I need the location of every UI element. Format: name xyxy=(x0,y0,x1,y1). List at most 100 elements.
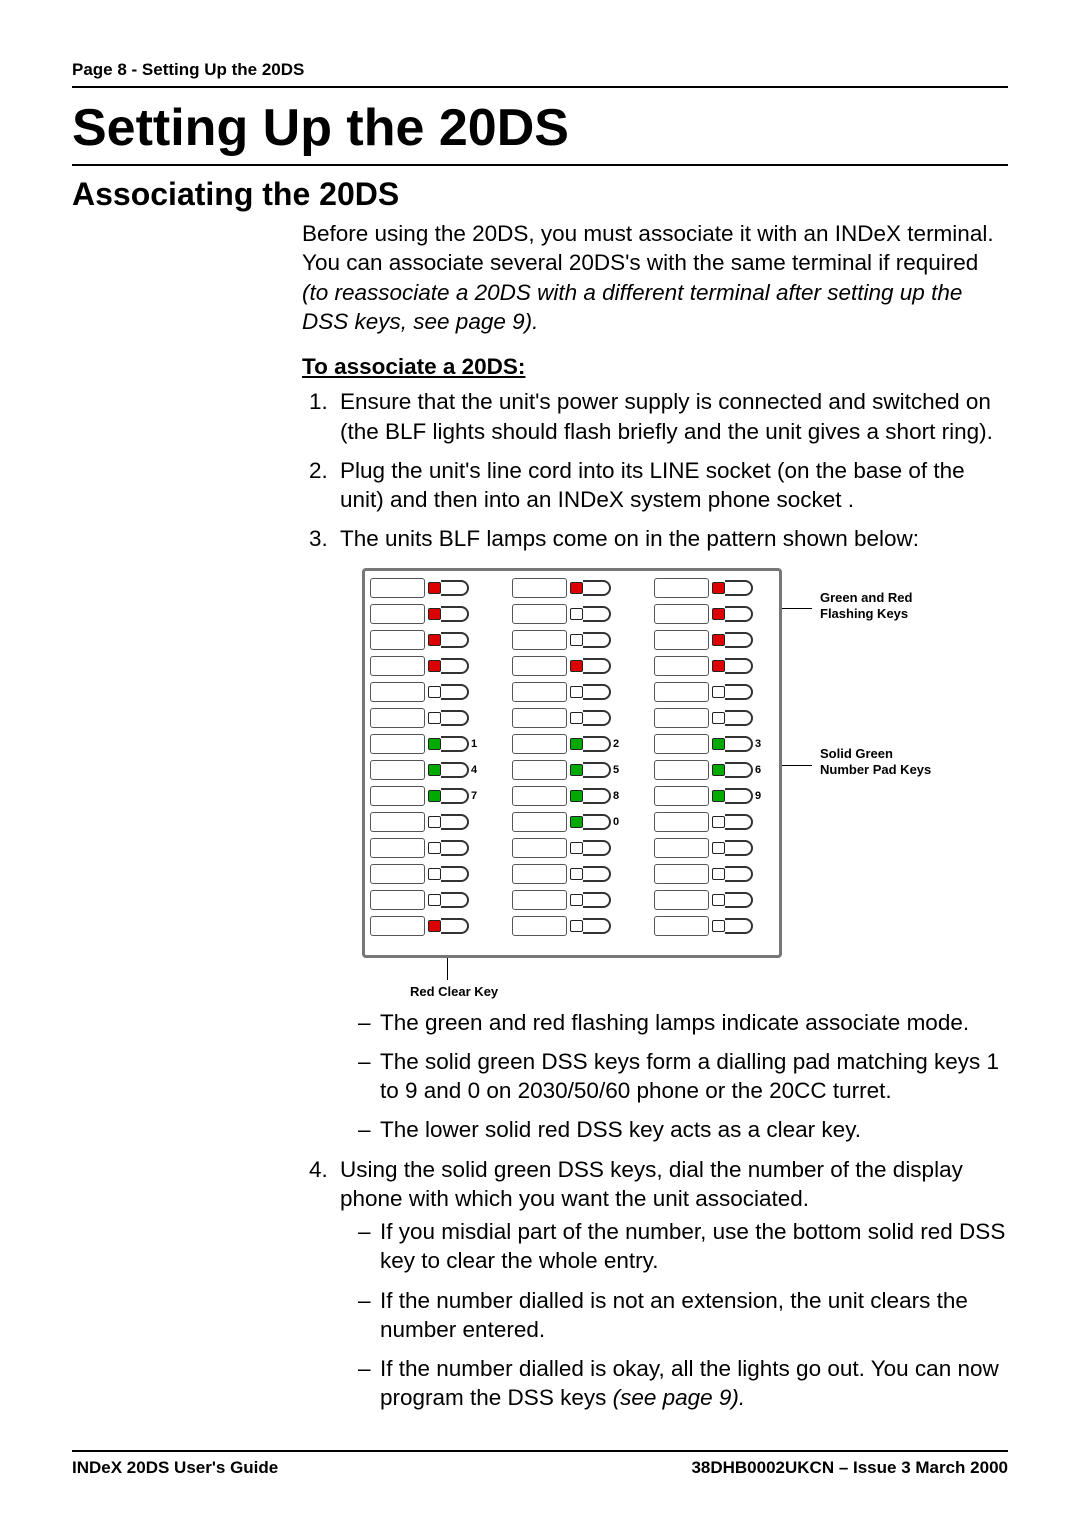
dss-key xyxy=(654,629,774,652)
key-label-slot xyxy=(512,838,567,858)
dss-button-icon xyxy=(583,814,611,830)
blf-diagram: 1234567890 Green and Red Flashing Keys S… xyxy=(362,568,1008,998)
blf-led-icon xyxy=(570,712,583,724)
step-4-sublist: If you misdial part of the number, use t… xyxy=(340,1217,1008,1413)
dss-button-icon xyxy=(725,840,753,856)
blf-led-icon xyxy=(570,842,583,854)
key-label-slot xyxy=(370,604,425,624)
section-heading: Associating the 20DS xyxy=(72,176,1008,213)
page-footer: INDeX 20DS User's Guide 38DHB0002UKCN – … xyxy=(72,1450,1008,1478)
dss-key xyxy=(370,629,490,652)
key-label-slot xyxy=(512,760,567,780)
callout-bottom: Red Clear Key xyxy=(410,984,498,1000)
step-4-text: Using the solid green DSS keys, dial the… xyxy=(340,1157,963,1211)
key-number: 1 xyxy=(471,737,479,751)
key-label-slot xyxy=(370,734,425,754)
page-header: Page 8 - Setting Up the 20DS xyxy=(72,60,1008,86)
dss-key: 8 xyxy=(512,785,632,808)
dss-key xyxy=(370,863,490,886)
dss-key xyxy=(654,603,774,626)
step-3-sublist: The green and red flashing lamps indicat… xyxy=(340,1008,1008,1145)
dss-button-icon xyxy=(583,736,611,752)
key-label-slot xyxy=(654,682,709,702)
blf-led-icon xyxy=(712,660,725,672)
key-label-slot xyxy=(654,656,709,676)
dss-key: 1 xyxy=(370,733,490,756)
key-label-slot xyxy=(654,630,709,650)
callout-top: Green and Red Flashing Keys xyxy=(820,590,950,623)
key-number: 8 xyxy=(613,789,621,803)
dss-button-icon xyxy=(441,606,469,622)
blf-led-icon xyxy=(712,920,725,932)
dss-key: 4 xyxy=(370,759,490,782)
dss-button-icon xyxy=(583,658,611,674)
step-3b: The solid green DSS keys form a dialling… xyxy=(358,1047,1008,1106)
dss-button-icon xyxy=(441,658,469,674)
dss-key xyxy=(512,915,632,938)
blf-led-icon xyxy=(570,920,583,932)
rule-footer xyxy=(72,1450,1008,1452)
blf-led-icon xyxy=(570,608,583,620)
key-number: 7 xyxy=(471,789,479,803)
dss-key xyxy=(370,603,490,626)
dss-key xyxy=(654,681,774,704)
dss-key xyxy=(654,577,774,600)
dss-button-icon xyxy=(441,736,469,752)
key-label-slot xyxy=(654,760,709,780)
dss-key: 5 xyxy=(512,759,632,782)
key-number: 3 xyxy=(755,737,763,751)
key-label-slot xyxy=(512,890,567,910)
key-label-slot xyxy=(512,578,567,598)
key-number: 6 xyxy=(755,763,763,777)
dss-button-icon xyxy=(441,866,469,882)
key-number: 9 xyxy=(755,789,763,803)
dss-button-icon xyxy=(583,684,611,700)
dss-key xyxy=(512,837,632,860)
dss-button-icon xyxy=(583,892,611,908)
dss-key xyxy=(654,837,774,860)
dss-button-icon xyxy=(725,684,753,700)
dss-key xyxy=(512,603,632,626)
dss-button-icon xyxy=(725,762,753,778)
dss-key xyxy=(512,577,632,600)
blf-led-icon xyxy=(570,582,583,594)
blf-led-icon xyxy=(712,894,725,906)
dss-button-icon xyxy=(725,918,753,934)
blf-led-icon xyxy=(712,634,725,646)
dss-button-icon xyxy=(441,632,469,648)
blf-led-icon xyxy=(428,920,441,932)
step-1: Ensure that the unit's power supply is c… xyxy=(334,387,1008,446)
dss-key: 0 xyxy=(512,811,632,834)
rule-under-title xyxy=(72,164,1008,166)
blf-led-icon xyxy=(428,868,441,880)
step-list: Ensure that the unit's power supply is c… xyxy=(302,387,1008,1412)
dss-button-icon xyxy=(725,632,753,648)
dss-button-icon xyxy=(725,892,753,908)
dss-key xyxy=(654,889,774,912)
key-number: 0 xyxy=(613,815,621,829)
key-label-slot xyxy=(512,682,567,702)
callout-line xyxy=(447,958,448,980)
dss-key xyxy=(370,889,490,912)
key-label-slot xyxy=(654,786,709,806)
dss-key xyxy=(370,577,490,600)
blf-led-icon xyxy=(712,686,725,698)
step-4a: If you misdial part of the number, use t… xyxy=(358,1217,1008,1276)
dss-key xyxy=(512,889,632,912)
dss-key: 6 xyxy=(654,759,774,782)
dss-button-icon xyxy=(725,736,753,752)
key-number: 5 xyxy=(613,763,621,777)
key-label-slot xyxy=(654,916,709,936)
page-title: Setting Up the 20DS xyxy=(72,98,1008,158)
blf-led-icon xyxy=(712,764,725,776)
dss-key xyxy=(512,707,632,730)
blf-led-icon xyxy=(712,816,725,828)
blf-led-icon xyxy=(712,582,725,594)
dss-key xyxy=(654,707,774,730)
blf-led-icon xyxy=(428,790,441,802)
key-label-slot xyxy=(370,656,425,676)
dss-key xyxy=(370,707,490,730)
blf-led-icon xyxy=(428,660,441,672)
key-label-slot xyxy=(370,708,425,728)
dss-key-panel: 1234567890 xyxy=(362,568,782,958)
